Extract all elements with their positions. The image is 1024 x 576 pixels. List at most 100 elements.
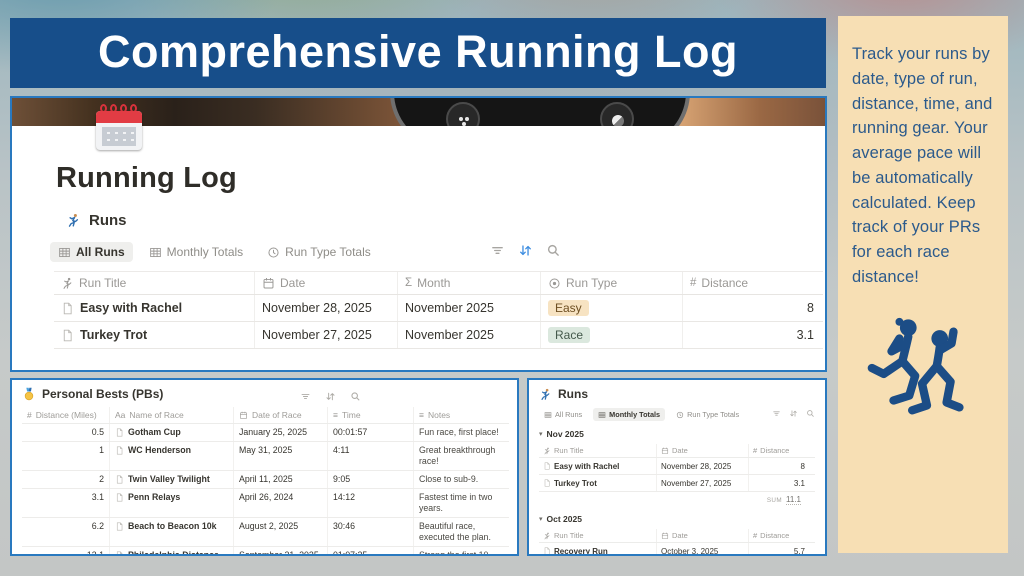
hash-icon: # [690,277,697,289]
pb-distance: 6.2 [91,520,104,531]
runner-icon [543,532,551,540]
column-distance[interactable]: # Distance [749,444,815,457]
runner-icon [543,447,551,455]
clock-icon [267,246,280,259]
pb-table-header: # Distance (Miles) Aa Name of Race Date … [22,407,509,424]
column-run-title[interactable]: Run Title [539,444,657,457]
run-distance: 8 [800,461,805,471]
table-row[interactable]: 3.1 Penn Relays April 26, 2024 14:12 Fas… [22,488,509,518]
run-title: Easy with Rachel [554,461,620,471]
table-row[interactable]: 13.1 Philadelphia Distance Run September… [22,546,509,556]
table-header: Run Title Date Σ Month Run Type # Distan… [54,271,823,295]
table-row[interactable]: 1 WC Henderson May 31, 2025 4:11 Great b… [22,441,509,471]
chevron-down-icon: ▾ [539,516,543,523]
pb-race-date: January 25, 2025 [239,427,307,437]
pb-time: 9:05 [333,473,351,484]
filter-icon[interactable] [300,391,311,402]
pb-race-date: September 21, 2025 [239,549,319,556]
section-runs[interactable]: Runs [66,212,825,229]
table-row[interactable]: Turkey Trot November 27, 2025 3.1 [539,475,815,492]
pb-distance: 1 [99,444,104,455]
table-row[interactable]: 6.2 Beach to Beacon 10k August 2, 2025 3… [22,517,509,547]
run-date: November 27, 2025 [262,328,372,342]
column-date[interactable]: Date [255,272,398,294]
pb-distance: 13.1 [86,549,104,556]
column-date-of-race[interactable]: Date of Race [234,407,328,423]
run-date: October 3, 2025 [661,546,719,556]
tab-run-type-totals[interactable]: Run Type Totals [671,408,744,421]
pb-time: 30:46 [333,520,356,531]
group-month-label: Nov 2025 [546,429,584,439]
group-table-header: Run Title Date # Distance [539,529,815,543]
sort-icon[interactable] [518,243,533,258]
column-name-of-race[interactable]: Aa Name of Race [110,407,234,423]
calendar-page-icon[interactable] [96,104,142,150]
runs-panel-title: Runs [539,387,815,401]
tab-all-runs[interactable]: All Runs [50,242,133,262]
column-run-title[interactable]: Run Title [539,529,657,542]
column-distance-miles[interactable]: # Distance (Miles) [22,407,110,423]
run-date: November 28, 2025 [661,461,732,471]
table-row[interactable]: 2 Twin Valley Twilight April 11, 2025 9:… [22,470,509,489]
table-row[interactable]: Easy with Rachel November 28, 2025 Novem… [54,295,823,322]
sort-icon[interactable] [325,391,336,402]
notion-main-panel: Running Log Runs All Runs Monthly Totals… [10,96,827,372]
calendar-icon [661,447,669,455]
runner-icon [66,213,81,228]
view-tabs: All Runs Monthly Totals Run Type Totals [50,241,825,263]
page-icon [115,493,124,502]
column-date[interactable]: Date [657,444,749,457]
chevron-down-icon: ▾ [539,431,543,438]
table-row[interactable]: Easy with Rachel November 28, 2025 8 [539,458,815,475]
pb-race-name: Penn Relays [128,491,181,502]
column-month[interactable]: Σ Month [398,272,541,294]
search-icon[interactable] [806,409,815,418]
pb-race-name: WC Henderson [128,444,192,455]
search-icon[interactable] [350,391,361,402]
group-sum[interactable]: SUM 11.1 [539,492,815,507]
select-icon [548,277,561,290]
tab-all-runs[interactable]: All Runs [539,408,587,421]
hash-icon: # [753,531,758,540]
section-title: Runs [89,212,127,229]
runner-icon [61,277,74,290]
column-time[interactable]: ≡ Time [328,407,414,423]
table-icon [149,246,162,259]
pb-race-date: August 2, 2025 [239,520,299,531]
table-row[interactable]: Turkey Trot November 27, 2025 November 2… [54,322,823,349]
column-distance[interactable]: # Distance [683,272,823,294]
page-icon [543,479,551,487]
pb-race-name: Twin Valley Twilight [128,473,210,484]
sum-value: 11.1 [786,495,801,505]
watch-button-right [600,102,634,126]
filter-icon[interactable] [772,409,781,418]
tab-monthly-totals[interactable]: Monthly Totals [593,408,666,421]
two-runners-icon [867,317,964,414]
group-toggle[interactable]: ▾ Oct 2025 [539,514,815,524]
calendar-icon [661,532,669,540]
column-notes[interactable]: ≡ Notes [414,407,509,423]
table-row[interactable]: Recovery Run October 3, 2025 5.7 [539,543,815,556]
run-title: Turkey Trot [554,478,597,488]
group-toggle[interactable]: ▾ Nov 2025 [539,429,815,439]
pb-notes: Close to sub-9. [419,473,479,484]
run-distance: 3.1 [793,478,805,488]
column-run-title[interactable]: Run Title [54,272,255,294]
title-banner: Comprehensive Running Log [10,18,826,88]
calendar-icon [262,277,275,290]
search-icon[interactable] [546,243,561,258]
filter-icon[interactable] [490,243,505,258]
table-row[interactable]: 0.5 Gotham Cup January 25, 2025 00:01:57… [22,424,509,442]
column-run-type[interactable]: Run Type [541,272,683,294]
tab-run-type-totals[interactable]: Run Type Totals [259,242,379,262]
tab-monthly-totals[interactable]: Monthly Totals [141,242,251,262]
pb-time: 14:12 [333,491,356,502]
column-date[interactable]: Date [657,529,749,542]
column-distance[interactable]: # Distance [749,529,815,542]
description-sidebar: Track your runs by date, type of run, di… [838,16,1008,553]
sort-icon[interactable] [789,409,798,418]
page-icon [115,446,124,455]
pb-distance: 0.5 [91,427,104,437]
runners-illustration [852,314,995,431]
runs-panel-tabs: All Runs Monthly Totals Run Type Totals [539,407,815,422]
